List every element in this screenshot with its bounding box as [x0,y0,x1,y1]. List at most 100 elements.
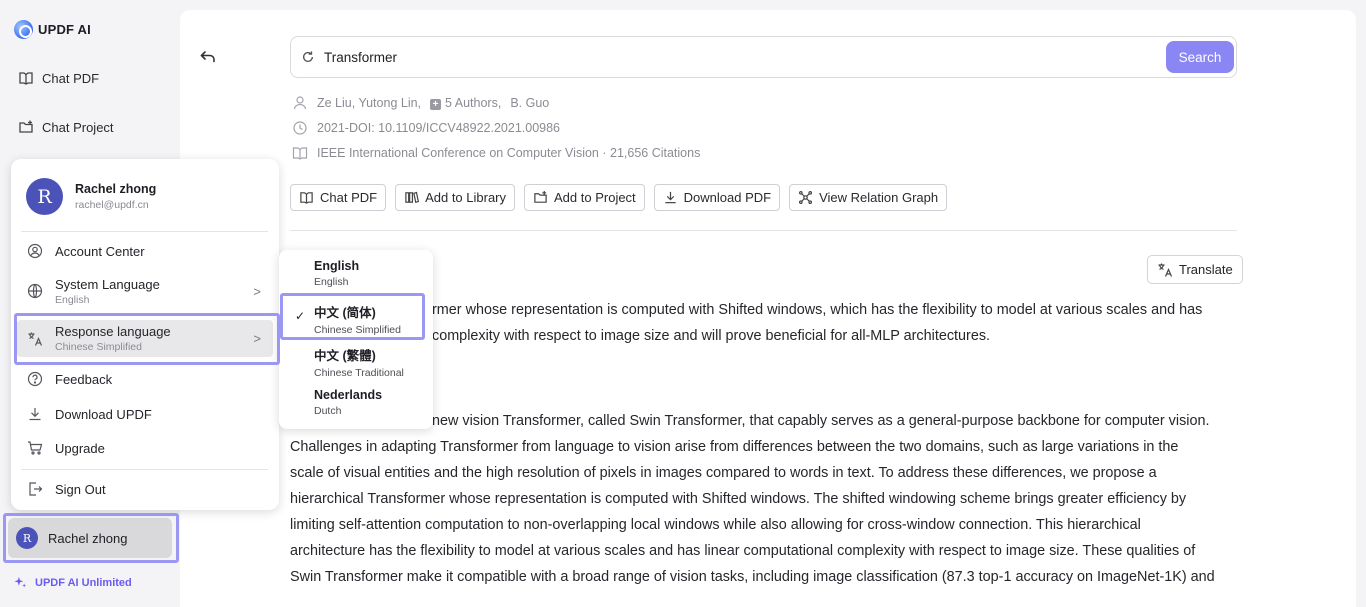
sidebar-item-chat-pdf[interactable]: Chat PDF [18,70,99,86]
view-relation-graph-label: View Relation Graph [819,190,939,205]
folder-plus-icon [19,120,33,133]
user-circle-icon [27,243,43,259]
menu-item-download-updf[interactable]: Download UPDF [17,404,273,424]
check-icon: ✓ [295,309,306,323]
question-circle-icon [27,371,43,387]
language-submenu: English English ✓ 中文 (简体) Chinese Simpli… [279,250,433,429]
download-icon [665,191,676,204]
plus-icon: + [430,99,442,110]
globe-icon [27,283,43,299]
language-option-dutch[interactable]: Nederlands Dutch [314,388,382,417]
profile-menu: R Rachel zhong rachel@updf.cn Account Ce… [11,159,279,510]
paper-date-doi: 2021-DOI: 10.1109/ICCV48922.2021.00986 [292,120,560,136]
avatar: R [16,527,38,549]
sparkle-icon [14,576,27,588]
add-to-project-button[interactable]: Add to Project [524,184,645,211]
language-option-chinese-traditional[interactable]: 中文 (繁體) Chinese Traditional [314,345,404,379]
abstract-line: hierarchical Transformer whose represent… [290,491,1187,507]
book-icon [19,72,33,85]
chevron-right-icon: > [253,331,261,346]
divider [290,230,1237,231]
menu-item-label: Sign Out [55,481,106,497]
venue-text: IEEE International Conference on Compute… [317,146,701,160]
search-bar[interactable]: Transformer Search [290,36,1237,78]
add-to-project-label: Add to Project [554,190,636,205]
menu-item-system-language[interactable]: System Language English > [17,274,273,308]
menu-item-label: Download UPDF [55,406,152,422]
download-pdf-label: Download PDF [683,190,772,205]
sidebar-item-label: Chat Project [42,119,114,135]
translate-icon [28,332,43,346]
menu-item-sign-out[interactable]: Sign Out [17,479,273,499]
language-label: English [314,259,360,273]
menu-item-upgrade[interactable]: Upgrade [17,438,273,458]
menu-item-account-center[interactable]: Account Center [17,241,273,261]
clock-icon [293,121,307,135]
sign-out-icon [29,482,43,496]
menu-item-feedback[interactable]: Feedback [17,369,273,389]
user-icon [293,96,307,110]
library-icon [405,191,420,204]
summary-line: complexity with respect to image size an… [432,328,991,344]
sidebar-item-label: Chat PDF [42,70,100,86]
abstract-line: Swin Transformer make it compatible with… [290,569,1215,585]
back-button[interactable] [199,48,217,66]
updf-logo-icon [14,20,33,39]
search-input[interactable]: Transformer [324,50,397,65]
language-option-chinese-simplified[interactable]: 中文 (简体) Chinese Simplified [314,302,401,336]
menu-divider [21,469,268,470]
cart-icon [28,441,43,455]
last-author[interactable]: B. Guo [510,96,549,110]
menu-item-label: Upgrade [55,440,105,456]
more-authors[interactable]: +5 Authors, [430,96,501,110]
more-authors-label: 5 Authors, [445,96,502,110]
author-names[interactable]: Ze Liu, Yutong Lin, [317,96,421,110]
abstract-line: architecture has the flexibility to mode… [290,543,1196,559]
plan-label: UPDF AI Unlimited [35,576,132,589]
book-icon [300,192,313,204]
sidebar-item-chat-project[interactable]: Chat Project [18,119,114,135]
menu-item-value: English [55,293,90,306]
menu-item-label: Feedback [55,371,113,387]
chat-pdf-label: Chat PDF [320,190,378,205]
folder-plus-icon [534,190,547,203]
back-arrow-icon [200,51,215,63]
language-sub: Chinese Simplified [314,324,401,336]
translate-label: Translate [1179,262,1233,277]
plan-link[interactable]: UPDF AI Unlimited [14,576,132,589]
summary-line: rmer whose representation is computed wi… [432,302,1203,318]
abstract-line: limiting self-attention computation to n… [290,517,1141,533]
language-label: 中文 (简体) [314,306,376,320]
add-to-library-button[interactable]: Add to Library [395,184,516,211]
menu-item-label: Response language [55,324,171,339]
menu-item-response-language[interactable]: Response language Chinese Simplified > [17,320,273,357]
view-relation-graph-button[interactable]: View Relation Graph [789,184,948,211]
menu-divider [21,231,268,232]
open-book-icon [292,147,308,160]
profile-header: R Rachel zhong rachel@updf.cn [26,178,156,215]
paper-venue: IEEE International Conference on Compute… [292,145,700,161]
brand[interactable]: UPDF AI [14,20,91,39]
chat-pdf-button[interactable]: Chat PDF [290,184,387,211]
user-account-button[interactable]: R Rachel zhong [8,518,172,558]
brand-name: UPDF AI [38,22,91,37]
user-name: Rachel zhong [48,530,128,546]
translate-icon [1158,263,1173,277]
menu-item-label: Account Center [55,243,145,259]
translate-button[interactable]: Translate [1147,255,1243,284]
abstract-line: new vision Transformer, called Swin Tran… [432,413,1210,429]
profile-name: Rachel zhong [75,182,157,196]
chevron-right-icon: > [253,283,261,299]
doi-text: 2021-DOI: 10.1109/ICCV48922.2021.00986 [317,121,561,135]
language-sub: English [314,276,349,288]
search-button[interactable]: Search [1166,41,1234,73]
language-label: 中文 (繁體) [314,349,376,363]
download-pdf-button[interactable]: Download PDF [653,184,781,211]
language-option-english[interactable]: English English [314,259,359,288]
language-sub: Dutch [314,405,342,417]
add-to-library-label: Add to Library [425,190,507,205]
avatar: R [26,178,63,215]
download-icon [29,408,41,421]
graph-icon [799,190,813,205]
language-sub: Chinese Traditional [314,367,404,379]
